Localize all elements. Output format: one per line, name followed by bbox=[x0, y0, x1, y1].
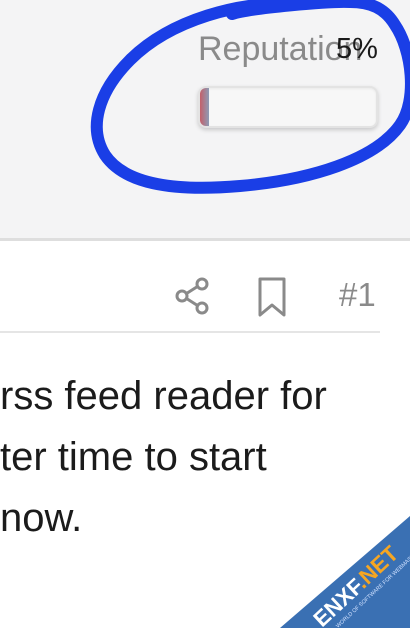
bookmark-icon[interactable] bbox=[256, 276, 288, 318]
post-divider bbox=[0, 331, 380, 333]
post-line: rss feed reader for bbox=[0, 374, 327, 418]
reputation-progress-fill bbox=[200, 88, 209, 126]
share-icon[interactable] bbox=[173, 276, 211, 316]
reputation-percent: 5% bbox=[336, 33, 378, 65]
panel-divider bbox=[0, 238, 410, 241]
site-watermark-logo: ENXF.NET WORLD OF SOFTWARE FOR WEBMASTER… bbox=[280, 516, 410, 628]
post-line: ter time to start bbox=[0, 435, 267, 479]
reputation-panel: Reputation 5% bbox=[0, 0, 410, 238]
post-actions: #1 bbox=[0, 270, 410, 322]
reputation-progress-bar bbox=[198, 86, 378, 128]
post-number-link[interactable]: #1 bbox=[339, 276, 376, 314]
